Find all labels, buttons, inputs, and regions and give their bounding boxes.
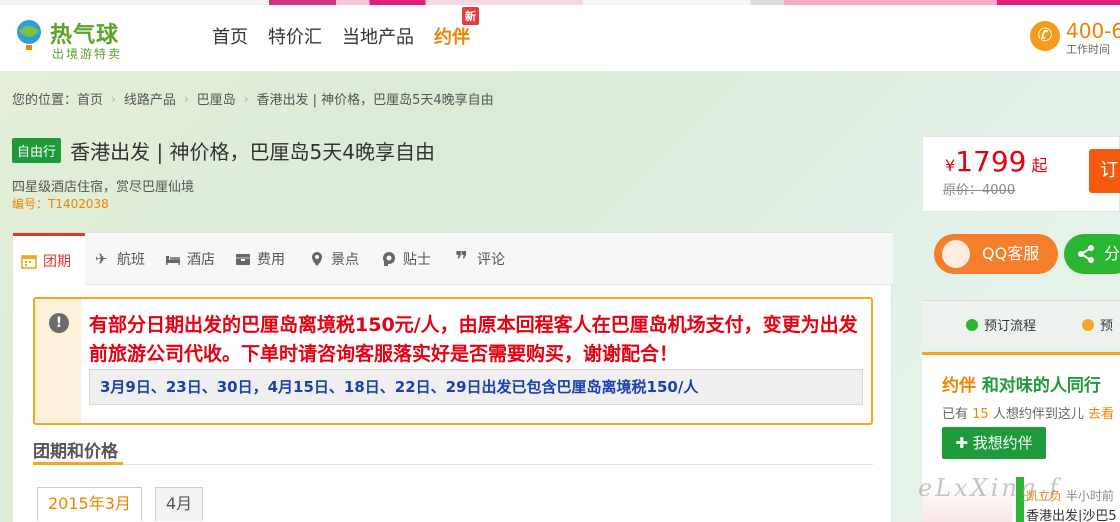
- share-icon: [1078, 245, 1094, 263]
- product-subtitle: 四星级酒店住宿，赏尽巴厘仙境: [12, 180, 195, 195]
- new-badge: 新: [462, 7, 479, 25]
- tab-reviews-label: 评论: [477, 252, 505, 268]
- tab-reviews[interactable]: ❞ 评论: [455, 233, 505, 285]
- info-dot-icon: [966, 319, 978, 331]
- product-code: 编号：T1402038: [12, 197, 109, 211]
- original-price: 原价：4000: [943, 179, 1015, 198]
- original-price-label: 原价：: [943, 183, 983, 198]
- qq-service-button[interactable]: QQ客服: [934, 234, 1058, 274]
- section-divider: [33, 464, 873, 465]
- tab-schedule-label: 团期: [43, 254, 71, 270]
- tab-flight[interactable]: ✈ 航班: [95, 233, 145, 285]
- nav-travel-buddy[interactable]: 约伴 新: [434, 7, 479, 49]
- month-tab-march[interactable]: 2015年3月: [37, 487, 142, 521]
- bed-icon: [166, 256, 180, 265]
- product-type-tag: 自由行: [12, 138, 62, 163]
- go-see-link[interactable]: 去看: [1088, 407, 1114, 422]
- tab-tips-label: 贴士: [403, 252, 431, 268]
- product-title-row: 自由行 香港出发 | 神价格，巴厘岛5天4晚享自由: [12, 136, 435, 165]
- schedule-section-title: 团期和价格: [33, 442, 118, 462]
- tab-fees[interactable]: 费用: [235, 233, 285, 285]
- detail-tabs: 团期 ✈ 航班 酒店 费用 景点 贴士 ❞ 评论: [13, 233, 893, 286]
- airplane-icon: ✈: [95, 250, 108, 268]
- breadcrumb: 您的位置： 首页 › 线路产品 › 巴厘岛 › 香港出发 | 神价格，巴厘岛5天…: [12, 89, 494, 109]
- tab-fees-label: 费用: [257, 252, 285, 268]
- product-detail-panel: 团期 ✈ 航班 酒店 费用 景点 贴士 ❞ 评论 ! 有部分日期出发的巴厘岛离境…: [12, 232, 893, 522]
- nav-home[interactable]: 首页: [212, 23, 248, 49]
- price-suffix: 起: [1031, 156, 1048, 175]
- travel-buddy-title: 和对味的人同行: [981, 376, 1101, 396]
- book-button[interactable]: 订: [1089, 149, 1120, 193]
- breadcrumb-current: 香港出发 | 神价格，巴厘岛5天4晚享自由: [256, 93, 494, 108]
- hotline-number: 400-6: [1066, 19, 1120, 43]
- site-header: 热气球 出境游特卖 首页 特价汇 当地产品 约伴 新 ✆ 400-6 工作时间: [0, 5, 1120, 72]
- notice-message: 有部分日期出发的巴厘岛离境税150元/人，由原本回程客人在巴厘岛机场支付，变更为…: [89, 314, 858, 365]
- map-pin-icon: [312, 252, 322, 266]
- notice-box: ! 有部分日期出发的巴厘岛离境税150元/人，由原本回程客人在巴厘岛机场支付，变…: [33, 297, 873, 425]
- breadcrumb-home[interactable]: 首页: [77, 89, 103, 108]
- count-prefix: 已有: [942, 407, 969, 422]
- booking-flow-link[interactable]: 预订流程: [966, 315, 1036, 334]
- chevron-right-icon: ›: [243, 91, 249, 106]
- travel-buddy-count: 已有 15 人想约伴到这儿 去看: [942, 403, 1114, 422]
- plus-icon: ✚: [955, 434, 973, 452]
- calendar-icon: [21, 255, 37, 269]
- want-buddy-label: 我想约伴: [972, 434, 1033, 452]
- main-nav: 首页 特价汇 当地产品 约伴 新: [212, 7, 479, 49]
- month-tab-april[interactable]: 4月: [155, 487, 204, 521]
- phone-icon: ✆: [1030, 21, 1060, 51]
- info-dot-icon: [1082, 319, 1094, 331]
- breadcrumb-label: 您的位置：: [12, 93, 78, 108]
- feed-text: 香港出发|沙巴5: [1026, 509, 1117, 522]
- booking-flow-label-2: 预: [1100, 319, 1114, 334]
- exclamation-icon: !: [49, 313, 69, 333]
- tab-flight-label: 航班: [117, 252, 145, 268]
- price-amount: 1799: [955, 145, 1027, 178]
- tips-icon: [383, 252, 395, 266]
- section-underline: [33, 462, 123, 465]
- booking-flow-label: 预订流程: [984, 319, 1037, 334]
- tab-attractions-label: 景点: [331, 252, 359, 268]
- quote-icon: ❞: [455, 248, 468, 273]
- notice-dates: 3月9日、23日、30日，4月15日、18日、22日、29日出发已包含巴厘岛离境…: [89, 369, 863, 405]
- booking-flow: 预订流程 预: [922, 300, 1120, 346]
- breadcrumb-routes[interactable]: 线路产品: [124, 89, 176, 108]
- notice-side: !: [35, 299, 81, 423]
- chevron-right-icon: ›: [183, 91, 189, 106]
- chevron-right-icon: ›: [111, 91, 116, 106]
- tab-schedule[interactable]: 团期: [13, 233, 85, 286]
- booking-flow-link-2[interactable]: 预: [1082, 315, 1113, 334]
- share-button[interactable]: 分: [1064, 234, 1120, 274]
- wallet-icon: [236, 254, 250, 265]
- original-price-value: 4000: [982, 183, 1016, 198]
- product-title: 香港出发 | 神价格，巴厘岛5天4晚享自由: [70, 140, 436, 164]
- balloon-logo-icon: [17, 20, 41, 50]
- qq-penguin-icon: [942, 240, 970, 268]
- tab-hotel[interactable]: 酒店: [165, 233, 215, 285]
- nav-local-products[interactable]: 当地产品: [342, 23, 414, 49]
- share-label: 分: [1104, 244, 1120, 263]
- hotline-hours: 工作时间: [1066, 43, 1110, 56]
- tab-hotel-label: 酒店: [187, 252, 215, 268]
- current-price: ¥1799 起: [945, 145, 1048, 178]
- buddy-count: 15: [972, 407, 989, 422]
- price-currency: ¥: [945, 156, 956, 175]
- qq-service-label: QQ客服: [982, 244, 1040, 263]
- tab-tips[interactable]: 贴士: [381, 233, 431, 285]
- breadcrumb-bali[interactable]: 巴厘岛: [197, 89, 236, 108]
- travel-buddy-brand: 约伴: [942, 376, 976, 396]
- site-logo[interactable]: 热气球 出境游特卖: [14, 17, 134, 63]
- feed-time: 半小时前: [1065, 489, 1114, 503]
- want-buddy-button[interactable]: ✚ 我想约伴: [942, 427, 1046, 459]
- tab-attractions[interactable]: 景点: [309, 233, 359, 285]
- hotline: ✆ 400-6 工作时间: [1030, 19, 1120, 63]
- nav-travel-buddy-label: 约伴: [434, 27, 470, 48]
- travel-buddy-heading: 约伴 和对味的人同行: [942, 371, 1101, 396]
- watermark: eLxXing.f: [918, 474, 1061, 502]
- nav-deals[interactable]: 特价汇: [268, 23, 322, 49]
- count-suffix: 人想约伴到这儿: [992, 407, 1084, 422]
- brand-slogan: 出境游特卖: [52, 47, 123, 61]
- price-box: ¥1799 起 原价：4000 订: [922, 136, 1120, 212]
